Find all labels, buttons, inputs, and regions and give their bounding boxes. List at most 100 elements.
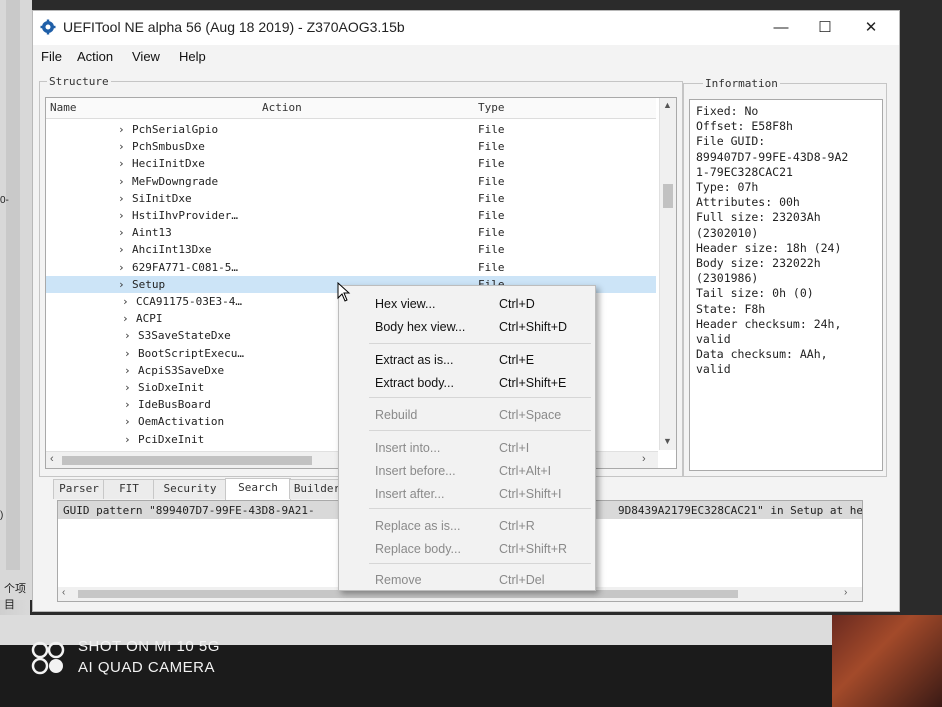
tree-row-type: File (478, 260, 505, 274)
tree-row[interactable]: › Aint13 File (46, 224, 656, 241)
tree-row[interactable]: › PchSmbusDxe File (46, 138, 656, 155)
context-menu-item[interactable]: Hex view... Ctrl+D (339, 294, 595, 316)
chevron-right-icon[interactable]: › (122, 295, 129, 308)
column-name[interactable]: Name (50, 101, 77, 114)
info-line: Type: 07h (696, 180, 759, 194)
close-button[interactable]: ✕ (851, 15, 891, 41)
chevron-right-icon[interactable]: › (124, 329, 131, 342)
tree-row-name: MeFwDowngrade (132, 174, 219, 188)
chevron-right-icon[interactable]: › (124, 415, 131, 428)
context-menu-item[interactable]: Body hex view... Ctrl+Shift+D (339, 317, 595, 339)
tree-row-name: PchSmbusDxe (132, 140, 205, 154)
context-menu-item[interactable]: Insert before... Ctrl+Alt+I (339, 461, 595, 483)
tree-row-name: 629FA771-C081-5… (132, 260, 238, 274)
background-window-strip: 0- ) 个项目 (0, 0, 32, 611)
scroll-right-icon[interactable]: › (642, 453, 646, 465)
scroll-right-icon[interactable]: › (844, 587, 847, 598)
context-menu-item[interactable]: Extract as is... Ctrl+E (339, 350, 595, 372)
menu-separator (369, 508, 591, 509)
mouse-cursor-icon (337, 282, 351, 302)
tree-row[interactable]: › HeciInitDxe File (46, 155, 656, 172)
context-menu-item-label: Rebuild (375, 408, 418, 422)
tab-fit[interactable]: FIT (103, 479, 155, 499)
maximize-button[interactable]: ☐ (805, 15, 845, 41)
info-line: Header checksum: 24h, (696, 316, 842, 331)
scroll-left-icon[interactable]: ‹ (50, 453, 54, 465)
tree-row[interactable]: › MeFwDowngrade File (46, 173, 656, 190)
info-line: valid (696, 362, 731, 377)
background-scrollbar (6, 0, 20, 570)
chevron-right-icon[interactable]: › (118, 157, 125, 170)
tab-parser[interactable]: Parser (53, 479, 105, 499)
background-marker: ) (0, 510, 4, 521)
chevron-right-icon[interactable]: › (118, 278, 125, 291)
context-menu-item[interactable]: Extract body... Ctrl+Shift+E (339, 373, 595, 395)
chevron-right-icon[interactable]: › (124, 347, 131, 360)
title-bar[interactable]: UEFITool NE alpha 56 (Aug 18 2019) - Z37… (33, 11, 899, 45)
tree-row-type: File (478, 209, 505, 222)
context-menu-item-shortcut: Ctrl+Shift+R (499, 542, 568, 556)
context-menu-item-label: Extract body... (375, 376, 454, 390)
chevron-right-icon[interactable]: › (118, 140, 125, 153)
context-menu-item[interactable]: Replace body... Ctrl+Shift+R (339, 539, 595, 561)
chevron-right-icon[interactable]: › (118, 175, 125, 188)
context-menu-item-shortcut: Ctrl+D (499, 297, 535, 311)
tree-row[interactable]: › SiInitDxe File (46, 190, 656, 207)
tab-builder[interactable]: Builder (289, 479, 345, 499)
scroll-up-icon[interactable]: ▲ (663, 100, 672, 110)
information-panel[interactable]: Fixed: No Offset: E58F8h File GUID: 899407D… (689, 99, 883, 471)
tree-row[interactable]: › AhciInt13Dxe File (46, 241, 656, 258)
menu-help[interactable]: Help (179, 49, 206, 64)
minimize-button[interactable]: — (761, 15, 801, 41)
menu-separator (369, 563, 591, 564)
column-type[interactable]: Type (478, 101, 505, 114)
message-text: GUID pattern "899407D7-99FE-43D8-9A21- (63, 504, 315, 517)
context-menu-item[interactable]: Insert after... Ctrl+Shift+I (339, 484, 595, 506)
chevron-right-icon[interactable]: › (124, 381, 131, 394)
tree-row-name: PchSerialGpio (132, 123, 219, 136)
context-menu-item-shortcut: Ctrl+Shift+I (499, 487, 562, 501)
menu-file[interactable]: File (41, 49, 62, 64)
chevron-right-icon[interactable]: › (124, 433, 131, 446)
tree-row-name: AhciInt13Dxe (132, 243, 212, 257)
context-menu-item-shortcut: Ctrl+Del (499, 573, 545, 587)
tree-row[interactable]: › HstiIhvProvider… File (46, 207, 656, 224)
chevron-right-icon[interactable]: › (118, 123, 125, 136)
menu-action[interactable]: Action (77, 49, 113, 64)
chevron-right-icon[interactable]: › (124, 364, 131, 377)
context-menu-item-label: Replace body... (375, 542, 461, 556)
scroll-thumb[interactable] (663, 184, 673, 208)
context-menu-item[interactable]: Replace as is... Ctrl+R (339, 516, 595, 538)
tree-vertical-scrollbar[interactable]: ▲ ▼ (659, 98, 676, 450)
tab-search[interactable]: Search (225, 478, 291, 500)
tree-row-name: PciDxeInit (138, 432, 205, 446)
info-line: Fixed: No (696, 104, 759, 118)
chevron-right-icon[interactable]: › (122, 312, 129, 325)
tab-security[interactable]: Security (153, 479, 227, 499)
chevron-right-icon[interactable]: › (124, 398, 131, 411)
scroll-left-icon[interactable]: ‹ (62, 587, 65, 598)
camera-logo-icon (31, 641, 65, 675)
context-menu-item-label: Remove (375, 573, 422, 587)
scroll-down-icon[interactable]: ▼ (663, 436, 672, 446)
context-menu-item[interactable]: Insert into... Ctrl+I (339, 438, 595, 460)
tree-row-type: File (478, 191, 505, 205)
context-menu-item-shortcut: Ctrl+I (499, 441, 530, 455)
tree-row[interactable]: › PchSerialGpio File (46, 121, 656, 138)
chevron-right-icon[interactable]: › (118, 226, 125, 239)
info-line: Full size: 23203Ah (696, 210, 821, 225)
chevron-right-icon[interactable]: › (118, 209, 125, 222)
tree-row[interactable]: › 629FA771-C081-5… File (46, 259, 656, 276)
column-action[interactable]: Action (262, 101, 302, 114)
chevron-right-icon[interactable]: › (118, 261, 125, 274)
context-menu-item[interactable]: Rebuild Ctrl+Space (339, 405, 595, 427)
tree-row-name: SioDxeInit (138, 381, 205, 394)
information-label: Information (703, 77, 780, 90)
scroll-thumb[interactable] (62, 456, 312, 465)
menu-view[interactable]: View (132, 49, 160, 64)
info-line: Body size: 232022h (696, 256, 821, 270)
chevron-right-icon[interactable]: › (118, 243, 125, 256)
chevron-right-icon[interactable]: › (118, 192, 125, 205)
context-menu-item[interactable]: Remove Ctrl+Del (339, 570, 595, 592)
menu-separator (369, 343, 591, 344)
